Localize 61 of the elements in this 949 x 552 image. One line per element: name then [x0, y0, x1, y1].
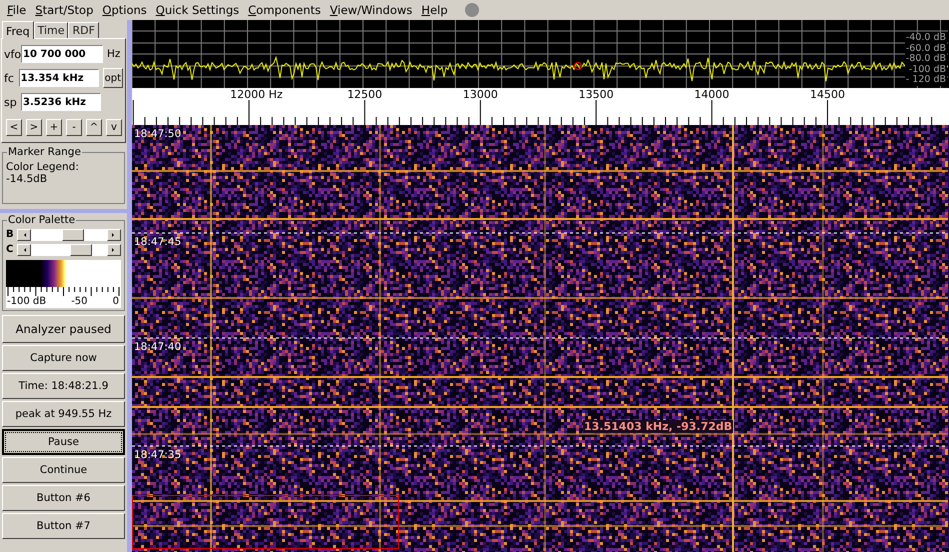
selection-rectangle[interactable]: [132, 495, 399, 549]
options-button[interactable]: opt: [102, 68, 123, 88]
tab[interactable]: Freq: [2, 21, 34, 39]
marker-readout: 13.51403 kHz, -93.72dB: [583, 420, 734, 433]
db-label: - 120 dB: [906, 75, 946, 86]
action-button[interactable]: Button #7: [2, 513, 125, 539]
field-label: vfo: [4, 48, 19, 60]
status-indicator-icon: [464, 3, 479, 17]
input-field[interactable]: 13.354 kHz: [18, 69, 99, 87]
timestamp-label: 18:47:40: [134, 341, 182, 353]
menu-item[interactable]: View/Windows: [326, 3, 416, 17]
slider[interactable]: [17, 228, 121, 240]
db-label: -100 dB: [908, 64, 946, 74]
nav-button[interactable]: +: [46, 119, 62, 136]
frequency-label: 14500: [810, 88, 845, 101]
frequency-label: 14000: [694, 88, 730, 101]
action-button[interactable]: Button #6: [2, 485, 125, 511]
action-button[interactable]: Capture now: [2, 345, 125, 371]
unit-label: Hz: [107, 48, 120, 60]
menu-item[interactable]: Components: [244, 3, 325, 17]
scale-label: 0: [112, 296, 119, 307]
nav-button[interactable]: v: [106, 119, 122, 136]
action-button[interactable]: peak at 949.55 Hz: [2, 401, 125, 427]
marker-circle-icon[interactable]: [574, 62, 582, 70]
db-label: -40.0 dB: [906, 33, 946, 44]
slider-label: C: [6, 244, 14, 255]
action-button[interactable]: Pause: [2, 429, 125, 455]
menu-item[interactable]: Help: [417, 3, 452, 17]
nav-button[interactable]: -: [66, 119, 82, 136]
action-button[interactable]: Time: 18:48:21.9: [2, 373, 125, 399]
menu-item[interactable]: Quick Settings: [152, 3, 244, 17]
nav-button[interactable]: >: [26, 119, 42, 136]
slider[interactable]: [17, 244, 121, 256]
tab[interactable]: Time: [34, 22, 68, 38]
field-label: fc: [4, 72, 15, 84]
slider-thumb[interactable]: [62, 228, 84, 240]
menu-item[interactable]: Options: [98, 3, 151, 17]
frequency-label: 12000 Hz: [230, 88, 283, 101]
group-title: Color Palette: [7, 214, 76, 226]
frequency-label: 12500: [347, 88, 382, 101]
scale-label: -100 dB: [7, 296, 46, 307]
input-field[interactable]: 10 700 000: [21, 45, 103, 63]
frequency-label: 13500: [578, 88, 614, 101]
action-button[interactable]: Continue: [2, 457, 125, 483]
field-label: sp: [4, 96, 18, 108]
db-label: -80.0 dB: [906, 54, 946, 64]
legend-text: -14.5dB: [6, 173, 48, 185]
action-button[interactable]: Analyzer paused: [2, 315, 125, 343]
menu-item[interactable]: Start/Stop: [31, 3, 98, 17]
slider-thumb[interactable]: [70, 244, 92, 256]
group-title: Marker Range: [7, 146, 82, 158]
frequency-label: 13000: [462, 88, 498, 101]
menu-item[interactable]: File: [3, 3, 30, 17]
input-field[interactable]: 3.5236 kHz: [21, 93, 101, 111]
legend-text: Color Legend:: [6, 161, 80, 173]
scale-label: -50: [71, 296, 88, 307]
nav-button[interactable]: <: [6, 119, 22, 136]
slider-label: B: [6, 229, 14, 240]
nav-button[interactable]: ^: [86, 119, 102, 136]
tab[interactable]: RDF: [68, 22, 99, 38]
db-label: -60.0 dB: [906, 44, 946, 54]
